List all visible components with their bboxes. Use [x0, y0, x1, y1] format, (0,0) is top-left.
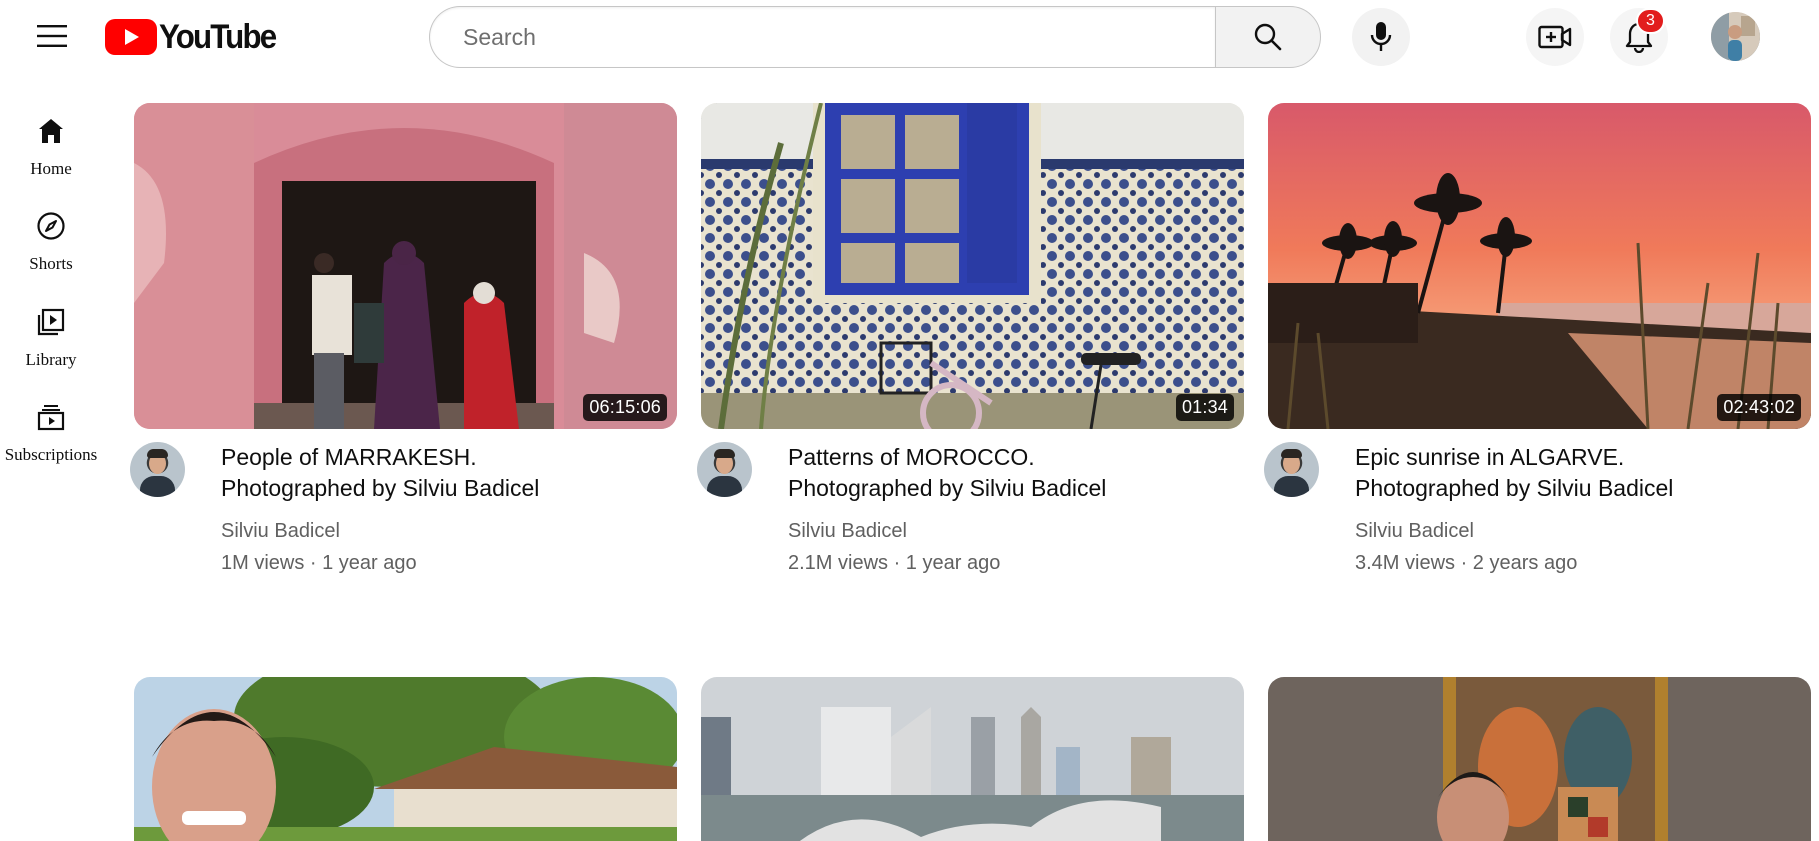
library-icon: [35, 306, 67, 338]
video-thumbnail[interactable]: 06:15:06: [134, 103, 677, 429]
menu-button[interactable]: [28, 18, 76, 54]
account-avatar[interactable]: [1711, 12, 1760, 61]
channel-name[interactable]: Silviu Badicel: [221, 520, 340, 543]
search-button[interactable]: [1215, 6, 1321, 68]
video-metadata: 2.1M views · 1 year ago: [788, 552, 1001, 574]
video-title-line: Photographed by Silviu Badicel: [1355, 475, 1674, 501]
video-thumbnail[interactable]: 02:43:02: [1268, 103, 1811, 429]
video-title[interactable]: People of MARRAKESH. Photographed by Sil…: [221, 442, 671, 504]
video-title-line: People of MARRAKESH.: [221, 444, 477, 470]
sidebar-item-home[interactable]: Home: [0, 95, 102, 191]
channel-avatar[interactable]: [697, 442, 752, 497]
video-card: 01:34 Patterns of MOROCCO. Photographed …: [697, 103, 1244, 583]
video-title-line: Patterns of MOROCCO.: [788, 444, 1035, 470]
video-thumbnail[interactable]: 01:34: [701, 103, 1244, 429]
hamburger-menu-icon: [37, 25, 67, 47]
voice-search-button[interactable]: [1352, 8, 1410, 66]
thumbnail-image-museum-painting: [1268, 677, 1811, 841]
search-bar: [429, 6, 1321, 68]
channel-name[interactable]: Silviu Badicel: [1355, 520, 1474, 543]
video-title-line: Photographed by Silviu Badicel: [221, 475, 540, 501]
microphone-icon: [1370, 22, 1392, 51]
sidebar-item-label: Library: [25, 350, 77, 369]
thumbnail-image-cleveland: [701, 677, 1244, 841]
search-input[interactable]: [429, 6, 1215, 68]
video-metadata: 1M views · 1 year ago: [221, 552, 417, 574]
sidebar-item-label: Subscriptions: [4, 445, 98, 464]
account-photo: [1711, 12, 1760, 61]
notifications-button[interactable]: 3: [1610, 8, 1668, 66]
video-card: [134, 677, 677, 841]
create-button[interactable]: [1526, 8, 1584, 66]
thumbnail-image-marrakesh: [134, 103, 677, 429]
video-thumbnail[interactable]: [1268, 677, 1811, 841]
video-title-line: Epic sunrise in ALGARVE.: [1355, 444, 1625, 470]
video-duration: 02:43:02: [1717, 394, 1801, 421]
thumbnail-image-algarve: [1268, 103, 1811, 429]
thumbnail-image-morocco: [701, 103, 1244, 429]
video-title[interactable]: Epic sunrise in ALGARVE. Photographed by…: [1355, 442, 1805, 504]
guide-sidebar: Home Shorts Library Subscriptions: [0, 73, 102, 841]
home-icon: [35, 115, 67, 147]
subscriptions-icon: [35, 401, 67, 433]
video-duration: 01:34: [1175, 394, 1234, 421]
compass-icon: [35, 210, 67, 242]
channel-avatar[interactable]: [1264, 442, 1319, 497]
video-thumbnail[interactable]: [701, 677, 1244, 841]
logo-text: YouTube: [159, 17, 277, 56]
channel-name[interactable]: Silviu Badicel: [788, 520, 907, 543]
video-metadata: 3.4M views · 2 years ago: [1355, 552, 1578, 574]
thumbnail-image-portrait-trees: [134, 677, 677, 841]
youtube-play-icon: [105, 19, 157, 55]
video-card: [1268, 677, 1811, 841]
sidebar-item-label: Home: [30, 159, 72, 178]
youtube-logo[interactable]: YouTube: [105, 17, 285, 56]
video-card: 06:15:06 People of MARRAKESH. Photograph…: [130, 103, 677, 583]
sidebar-item-library[interactable]: Library: [0, 286, 102, 382]
video-title-line: Photographed by Silviu Badicel: [788, 475, 1107, 501]
video-camera-add-icon: [1538, 25, 1572, 49]
sidebar-item-subscriptions[interactable]: Subscriptions: [0, 381, 102, 477]
video-card: [701, 677, 1244, 841]
sidebar-item-shorts[interactable]: Shorts: [0, 190, 102, 286]
notification-badge: 3: [1636, 8, 1665, 34]
search-icon: [1254, 23, 1282, 51]
sidebar-item-label: Shorts: [29, 254, 73, 273]
video-title[interactable]: Patterns of MOROCCO. Photographed by Sil…: [788, 442, 1238, 504]
channel-avatar[interactable]: [130, 442, 185, 497]
video-thumbnail[interactable]: [134, 677, 677, 841]
video-card: 02:43:02 Epic sunrise in ALGARVE. Photog…: [1264, 103, 1811, 583]
top-header: YouTube 3: [0, 0, 1819, 73]
video-duration: 06:15:06: [583, 394, 667, 421]
